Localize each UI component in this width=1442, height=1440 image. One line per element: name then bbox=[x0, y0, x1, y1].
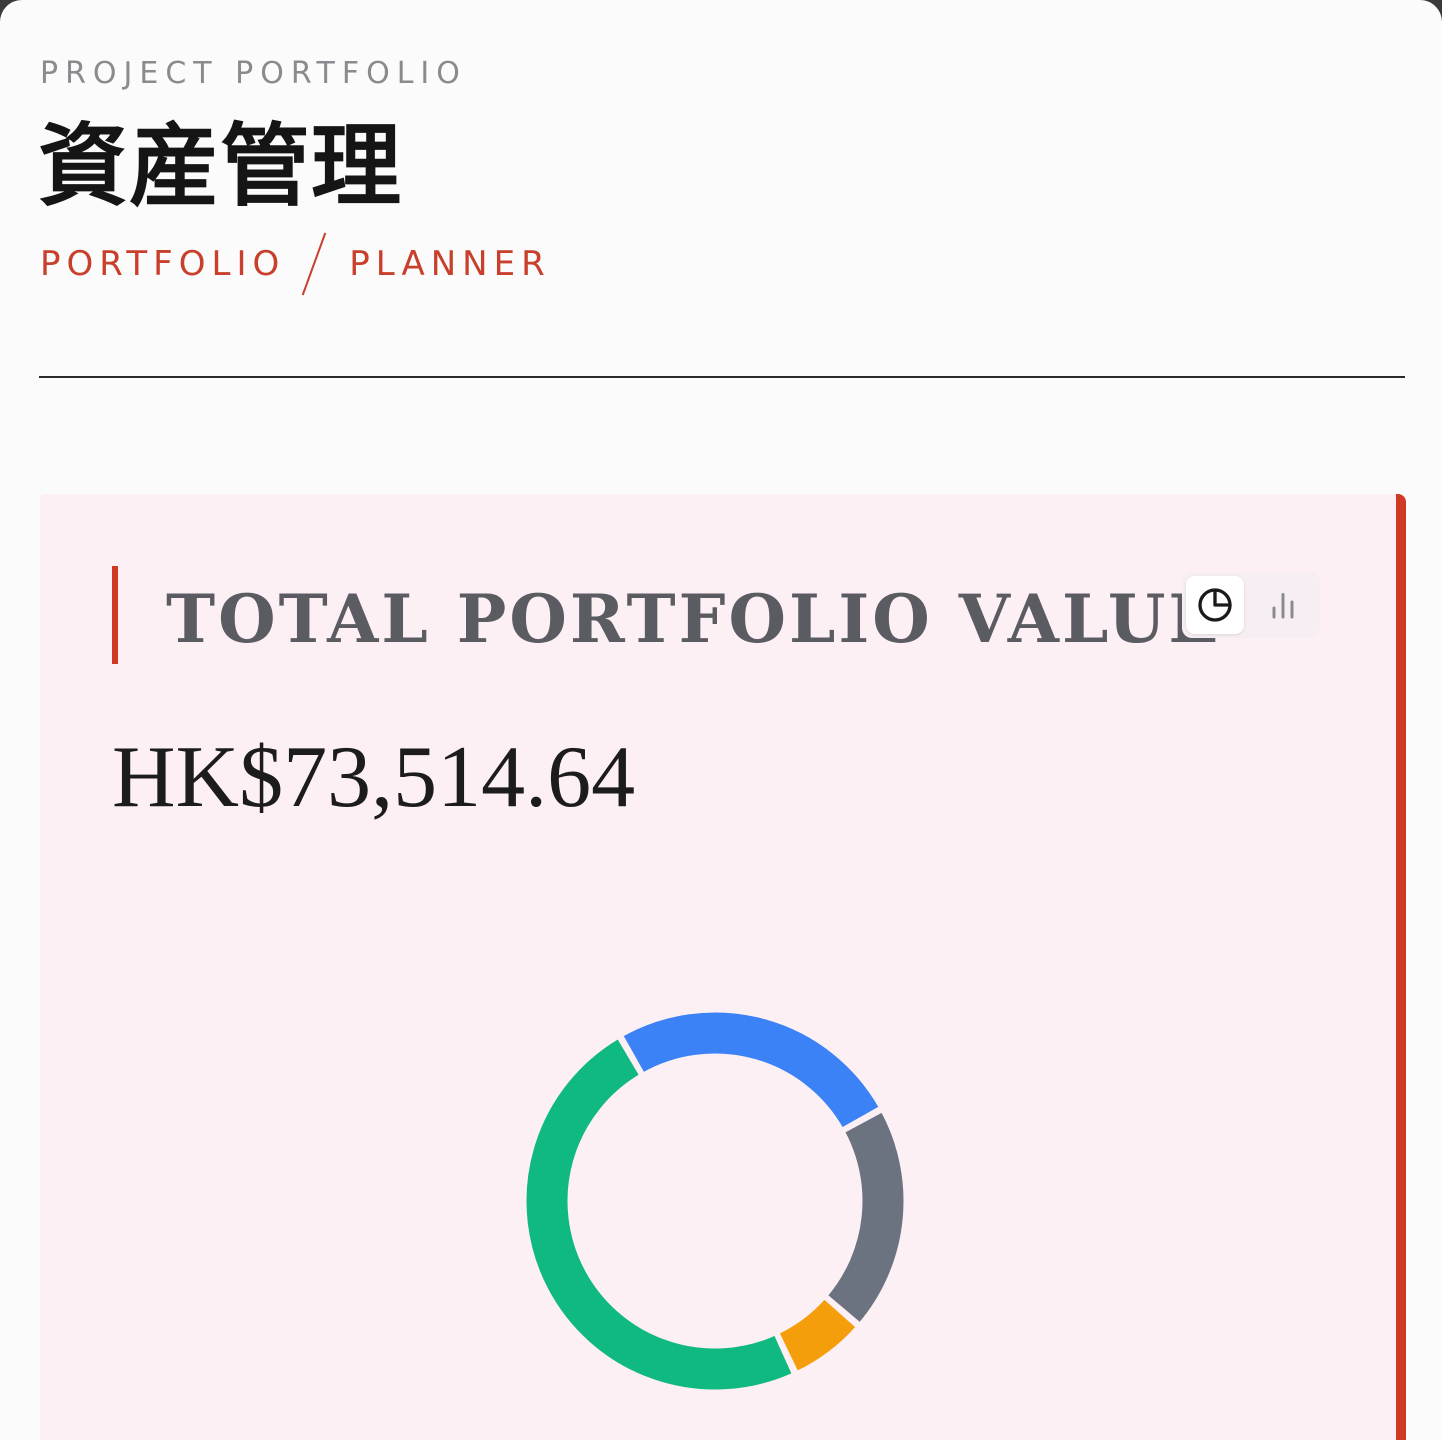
donut-slice[interactable] bbox=[524, 1035, 796, 1392]
subtitle-left: PORTFOLIO bbox=[40, 244, 286, 284]
pie-chart-icon bbox=[1198, 588, 1232, 622]
page-title: 資産管理 bbox=[38, 114, 402, 219]
donut-slice[interactable] bbox=[824, 1108, 906, 1327]
pie-view-button[interactable] bbox=[1186, 576, 1244, 634]
chart-view-toggle bbox=[1182, 572, 1320, 638]
header-divider bbox=[39, 376, 1405, 378]
page-subtitle: PORTFOLIO PLANNER bbox=[40, 232, 551, 296]
allocation-donut-chart bbox=[524, 1010, 906, 1392]
subtitle-right: PLANNER bbox=[349, 244, 551, 284]
donut-slice[interactable] bbox=[619, 1010, 883, 1132]
subtitle-slash-divider bbox=[302, 232, 327, 296]
total-value-label: TOTAL PORTFOLIO VALUE bbox=[166, 580, 1222, 658]
bar-view-button[interactable] bbox=[1254, 576, 1312, 634]
bar-chart-icon bbox=[1272, 593, 1294, 619]
total-value-amount: HK$73,514.64 bbox=[112, 729, 636, 826]
portfolio-summary-card: TOTAL PORTFOLIO VALUE HK$73,514.64 bbox=[40, 494, 1406, 1440]
card-accent-bar bbox=[112, 566, 118, 664]
page-eyebrow: PROJECT PORTFOLIO bbox=[40, 56, 467, 91]
app-window: PROJECT PORTFOLIO 資産管理 PORTFOLIO PLANNER… bbox=[0, 0, 1442, 1440]
